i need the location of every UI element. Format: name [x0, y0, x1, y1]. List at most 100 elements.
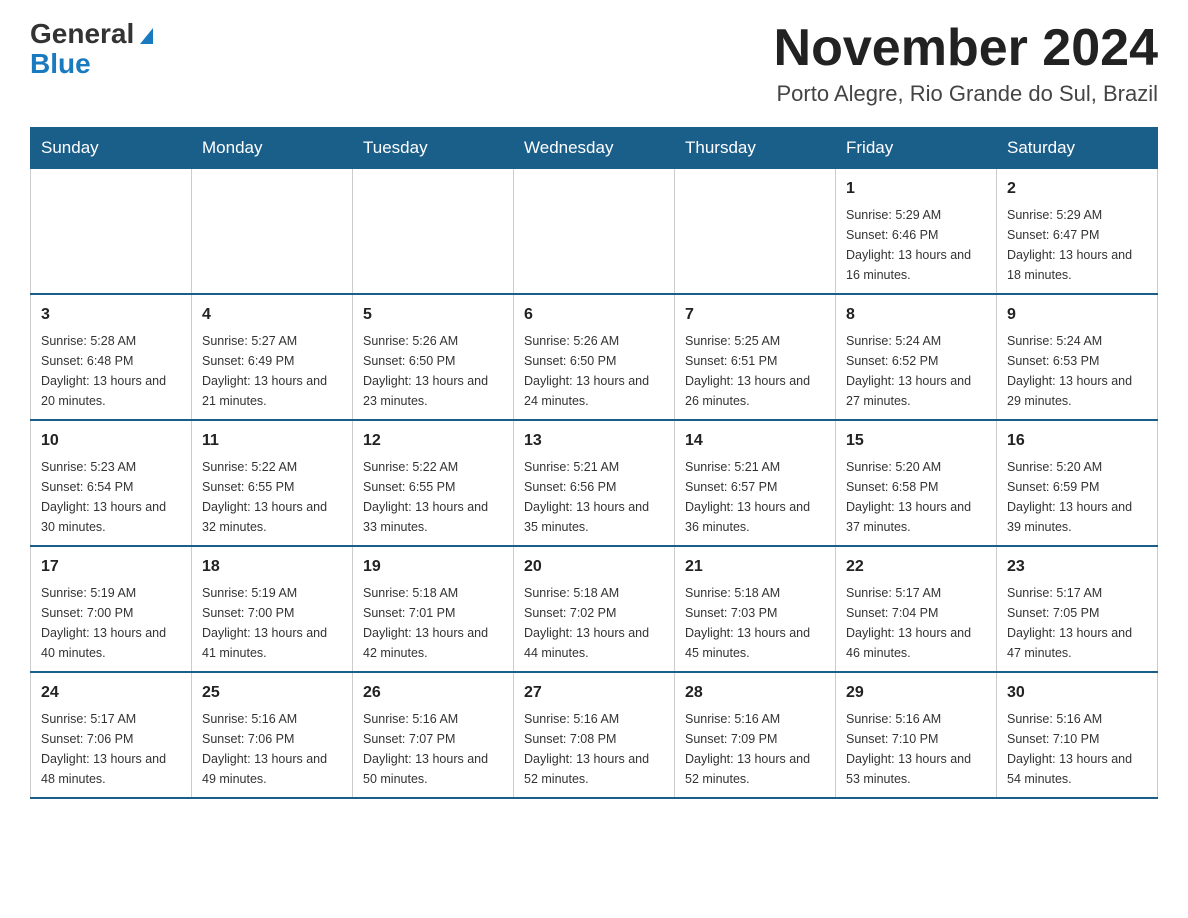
calendar-cell: 26 Sunrise: 5:16 AMSunset: 7:07 PMDayligh… [353, 672, 514, 798]
day-info: Sunrise: 5:16 AMSunset: 7:07 PMDaylight:… [363, 709, 503, 789]
calendar-week-row: 1 Sunrise: 5:29 AMSunset: 6:46 PMDaylight… [31, 169, 1158, 295]
day-info: Sunrise: 5:20 AMSunset: 6:58 PMDaylight:… [846, 457, 986, 537]
calendar-cell: 10Sunrise: 5:23 AMSunset: 6:54 PMDayligh… [31, 420, 192, 546]
day-info: Sunrise: 5:19 AMSunset: 7:00 PMDaylight:… [202, 583, 342, 663]
day-info: Sunrise: 5:16 AMSunset: 7:10 PMDaylight:… [846, 709, 986, 789]
day-number: 9 [1007, 303, 1147, 327]
calendar-cell: 23 Sunrise: 5:17 AMSunset: 7:05 PMDayligh… [997, 546, 1158, 672]
day-number: 17 [41, 555, 181, 579]
page-header: General Blue November 2024 Porto Alegre,… [30, 20, 1158, 107]
calendar-cell: 15 Sunrise: 5:20 AMSunset: 6:58 PMDayligh… [836, 420, 997, 546]
day-number: 27 [524, 681, 664, 705]
day-number: 28 [685, 681, 825, 705]
day-number: 19 [363, 555, 503, 579]
day-info: Sunrise: 5:29 AMSunset: 6:46 PMDaylight:… [846, 205, 986, 285]
day-number: 25 [202, 681, 342, 705]
day-info: Sunrise: 5:16 AMSunset: 7:06 PMDaylight:… [202, 709, 342, 789]
weekday-header-friday: Friday [836, 128, 997, 169]
calendar-cell: 14 Sunrise: 5:21 AMSunset: 6:57 PMDayligh… [675, 420, 836, 546]
calendar-cell: 28 Sunrise: 5:16 AMSunset: 7:09 PMDayligh… [675, 672, 836, 798]
day-info: Sunrise: 5:20 AMSunset: 6:59 PMDaylight:… [1007, 457, 1147, 537]
day-number: 12 [363, 429, 503, 453]
calendar-week-row: 17 Sunrise: 5:19 AMSunset: 7:00 PMDayligh… [31, 546, 1158, 672]
day-number: 1 [846, 177, 986, 201]
day-info: Sunrise: 5:17 AMSunset: 7:06 PMDaylight:… [41, 709, 181, 789]
day-number: 7 [685, 303, 825, 327]
calendar-cell: 19 Sunrise: 5:18 AMSunset: 7:01 PMDayligh… [353, 546, 514, 672]
day-info: Sunrise: 5:21 AMSunset: 6:56 PMDaylight:… [524, 457, 664, 537]
weekday-header-thursday: Thursday [675, 128, 836, 169]
day-info: Sunrise: 5:22 AMSunset: 6:55 PMDaylight:… [202, 457, 342, 537]
calendar-cell: 18 Sunrise: 5:19 AMSunset: 7:00 PMDayligh… [192, 546, 353, 672]
day-info: Sunrise: 5:28 AMSunset: 6:48 PMDaylight:… [41, 331, 181, 411]
calendar-table: SundayMondayTuesdayWednesdayThursdayFrid… [30, 127, 1158, 799]
day-number: 16 [1007, 429, 1147, 453]
day-number: 21 [685, 555, 825, 579]
day-info: Sunrise: 5:16 AMSunset: 7:08 PMDaylight:… [524, 709, 664, 789]
day-number: 6 [524, 303, 664, 327]
day-info: Sunrise: 5:17 AMSunset: 7:04 PMDaylight:… [846, 583, 986, 663]
weekday-header-tuesday: Tuesday [353, 128, 514, 169]
location-subtitle: Porto Alegre, Rio Grande do Sul, Brazil [774, 81, 1158, 107]
calendar-cell: 11 Sunrise: 5:22 AMSunset: 6:55 PMDayligh… [192, 420, 353, 546]
day-number: 8 [846, 303, 986, 327]
day-number: 14 [685, 429, 825, 453]
day-number: 30 [1007, 681, 1147, 705]
calendar-week-row: 3 Sunrise: 5:28 AMSunset: 6:48 PMDaylight… [31, 294, 1158, 420]
calendar-cell: 22 Sunrise: 5:17 AMSunset: 7:04 PMDayligh… [836, 546, 997, 672]
day-number: 3 [41, 303, 181, 327]
weekday-header-saturday: Saturday [997, 128, 1158, 169]
day-info: Sunrise: 5:24 AMSunset: 6:52 PMDaylight:… [846, 331, 986, 411]
day-info: Sunrise: 5:22 AMSunset: 6:55 PMDaylight:… [363, 457, 503, 537]
logo: General Blue [30, 20, 153, 80]
day-number: 20 [524, 555, 664, 579]
day-info: Sunrise: 5:16 AMSunset: 7:09 PMDaylight:… [685, 709, 825, 789]
day-number: 22 [846, 555, 986, 579]
calendar-cell: 13Sunrise: 5:21 AMSunset: 6:56 PMDayligh… [514, 420, 675, 546]
day-info: Sunrise: 5:18 AMSunset: 7:01 PMDaylight:… [363, 583, 503, 663]
calendar-cell [31, 169, 192, 295]
calendar-cell: 7Sunrise: 5:25 AMSunset: 6:51 PMDaylight… [675, 294, 836, 420]
day-number: 2 [1007, 177, 1147, 201]
day-number: 26 [363, 681, 503, 705]
day-number: 29 [846, 681, 986, 705]
day-number: 11 [202, 429, 342, 453]
day-info: Sunrise: 5:29 AMSunset: 6:47 PMDaylight:… [1007, 205, 1147, 285]
day-number: 24 [41, 681, 181, 705]
calendar-cell: 25 Sunrise: 5:16 AMSunset: 7:06 PMDayligh… [192, 672, 353, 798]
day-info: Sunrise: 5:21 AMSunset: 6:57 PMDaylight:… [685, 457, 825, 537]
calendar-cell: 3 Sunrise: 5:28 AMSunset: 6:48 PMDaylight… [31, 294, 192, 420]
weekday-header-sunday: Sunday [31, 128, 192, 169]
day-number: 5 [363, 303, 503, 327]
day-info: Sunrise: 5:19 AMSunset: 7:00 PMDaylight:… [41, 583, 181, 663]
calendar-cell: 29 Sunrise: 5:16 AMSunset: 7:10 PMDayligh… [836, 672, 997, 798]
title-section: November 2024 Porto Alegre, Rio Grande d… [774, 20, 1158, 107]
day-number: 18 [202, 555, 342, 579]
day-number: 23 [1007, 555, 1147, 579]
day-info: Sunrise: 5:18 AMSunset: 7:02 PMDaylight:… [524, 583, 664, 663]
calendar-cell: 8 Sunrise: 5:24 AMSunset: 6:52 PMDaylight… [836, 294, 997, 420]
day-info: Sunrise: 5:26 AMSunset: 6:50 PMDaylight:… [524, 331, 664, 411]
day-info: Sunrise: 5:16 AMSunset: 7:10 PMDaylight:… [1007, 709, 1147, 789]
calendar-cell: 30 Sunrise: 5:16 AMSunset: 7:10 PMDayligh… [997, 672, 1158, 798]
day-info: Sunrise: 5:18 AMSunset: 7:03 PMDaylight:… [685, 583, 825, 663]
calendar-cell: 4Sunrise: 5:27 AMSunset: 6:49 PMDaylight… [192, 294, 353, 420]
calendar-cell: 5Sunrise: 5:26 AMSunset: 6:50 PMDaylight… [353, 294, 514, 420]
logo-general-text: General [30, 20, 134, 48]
day-number: 4 [202, 303, 342, 327]
day-info: Sunrise: 5:24 AMSunset: 6:53 PMDaylight:… [1007, 331, 1147, 411]
calendar-cell: 27 Sunrise: 5:16 AMSunset: 7:08 PMDayligh… [514, 672, 675, 798]
day-info: Sunrise: 5:23 AMSunset: 6:54 PMDaylight:… [41, 457, 181, 537]
calendar-cell: 1 Sunrise: 5:29 AMSunset: 6:46 PMDaylight… [836, 169, 997, 295]
day-number: 15 [846, 429, 986, 453]
weekday-header-wednesday: Wednesday [514, 128, 675, 169]
calendar-cell: 12 Sunrise: 5:22 AMSunset: 6:55 PMDayligh… [353, 420, 514, 546]
calendar-week-row: 10Sunrise: 5:23 AMSunset: 6:54 PMDayligh… [31, 420, 1158, 546]
day-info: Sunrise: 5:17 AMSunset: 7:05 PMDaylight:… [1007, 583, 1147, 663]
calendar-cell: 21 Sunrise: 5:18 AMSunset: 7:03 PMDayligh… [675, 546, 836, 672]
calendar-cell: 6 Sunrise: 5:26 AMSunset: 6:50 PMDaylight… [514, 294, 675, 420]
calendar-cell: 20 Sunrise: 5:18 AMSunset: 7:02 PMDayligh… [514, 546, 675, 672]
calendar-cell [353, 169, 514, 295]
logo-triangle-icon [140, 28, 153, 44]
calendar-cell [192, 169, 353, 295]
